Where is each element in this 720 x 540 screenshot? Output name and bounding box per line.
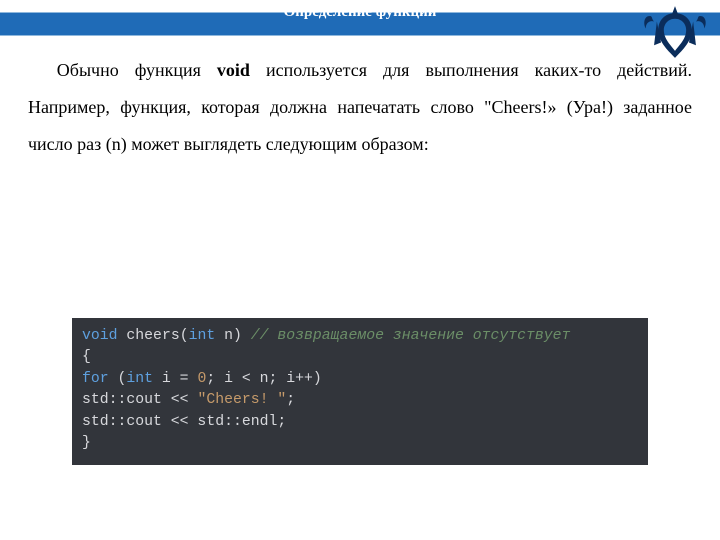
- paragraph-pre: Обычно функция: [57, 60, 217, 80]
- slide-title: Определение функции: [0, 0, 720, 24]
- paragraph-bold: void: [217, 60, 250, 80]
- code-line-5: std::cout << std::endl;: [82, 414, 286, 430]
- code-block: void cheers(int n) // возвращаемое значе…: [72, 318, 648, 465]
- body-paragraph: Обычно функция void используется для вып…: [28, 52, 692, 163]
- code-line-1: void cheers(int n) // возвращаемое значе…: [82, 328, 570, 344]
- slide: Определение функции Обычно функция void …: [0, 0, 720, 540]
- code-line-3: for (int i = 0; i < n; i++): [82, 371, 322, 387]
- code-line-2: {: [82, 349, 91, 365]
- code-line-4: std::cout << "Cheers! ";: [82, 392, 295, 408]
- code-line-6: }: [82, 435, 91, 451]
